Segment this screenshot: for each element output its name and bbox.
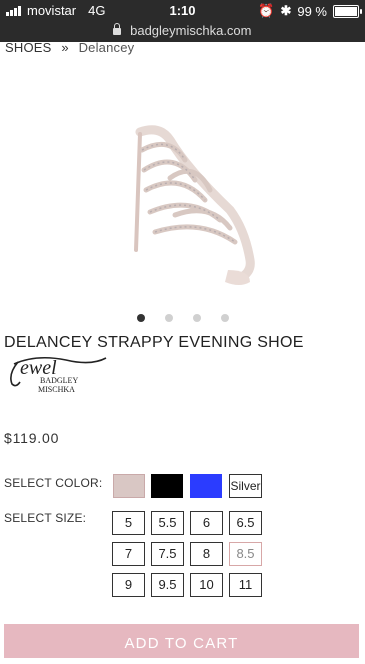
size-option[interactable]: 6.5	[229, 511, 262, 535]
breadcrumb-current: Delancey	[78, 40, 135, 55]
breadcrumb-shoes-link[interactable]: SHOES	[5, 40, 52, 55]
carousel-dot[interactable]	[192, 314, 201, 322]
carousel-dot[interactable]	[220, 314, 229, 322]
color-swatch-silver[interactable]: Silver	[229, 474, 262, 498]
status-right: ⏰ ✱ 99 %	[258, 3, 362, 19]
size-option[interactable]: 10	[190, 573, 223, 597]
lock-icon	[113, 23, 122, 35]
size-option[interactable]: 5.5	[151, 511, 184, 535]
add-to-cart-button[interactable]: ADD TO CART	[4, 624, 359, 658]
address-bar[interactable]: badgleymischka.com	[0, 22, 365, 42]
bluetooth-icon: ✱	[280, 3, 292, 18]
size-option[interactable]: 6	[190, 511, 223, 535]
carousel-dot[interactable]	[136, 314, 145, 322]
size-option[interactable]: 8	[190, 542, 223, 566]
product-title: DELANCEY STRAPPY EVENING SHOE	[4, 334, 304, 351]
carousel-dot[interactable]	[164, 314, 173, 322]
carousel-indicator	[0, 314, 365, 322]
size-option[interactable]: 9.5	[151, 573, 184, 597]
color-swatch-blue[interactable]	[190, 474, 222, 498]
size-option[interactable]: 9	[112, 573, 145, 597]
svg-text:BADGLEY: BADGLEY	[40, 376, 78, 385]
product-image[interactable]	[100, 120, 260, 295]
url-text: badgleymischka.com	[130, 23, 252, 38]
battery-percent: 99 %	[297, 3, 327, 19]
battery-icon	[333, 4, 362, 18]
select-size-label: SELECT SIZE:	[4, 511, 87, 525]
brand-logo: ewel BADGLEY MISCHKA	[10, 356, 107, 394]
svg-text:MISCHKA: MISCHKA	[38, 385, 75, 394]
product-price: $119.00	[4, 430, 60, 446]
alarm-icon: ⏰	[258, 3, 275, 18]
size-option[interactable]: 7	[112, 542, 145, 566]
color-swatch-blush[interactable]	[113, 474, 145, 498]
color-swatch-black[interactable]	[151, 474, 183, 498]
select-color-label: SELECT COLOR:	[4, 476, 103, 490]
breadcrumb-separator: »	[61, 40, 69, 55]
status-bar: movistar 4G 1:10 ⏰ ✱ 99 %	[0, 0, 365, 22]
size-option[interactable]: 7.5	[151, 542, 184, 566]
size-option[interactable]: 11	[229, 573, 262, 597]
breadcrumb: SHOES » Delancey	[5, 40, 134, 55]
size-option-unavailable[interactable]: 8.5	[229, 542, 262, 566]
size-option[interactable]: 5	[112, 511, 145, 535]
